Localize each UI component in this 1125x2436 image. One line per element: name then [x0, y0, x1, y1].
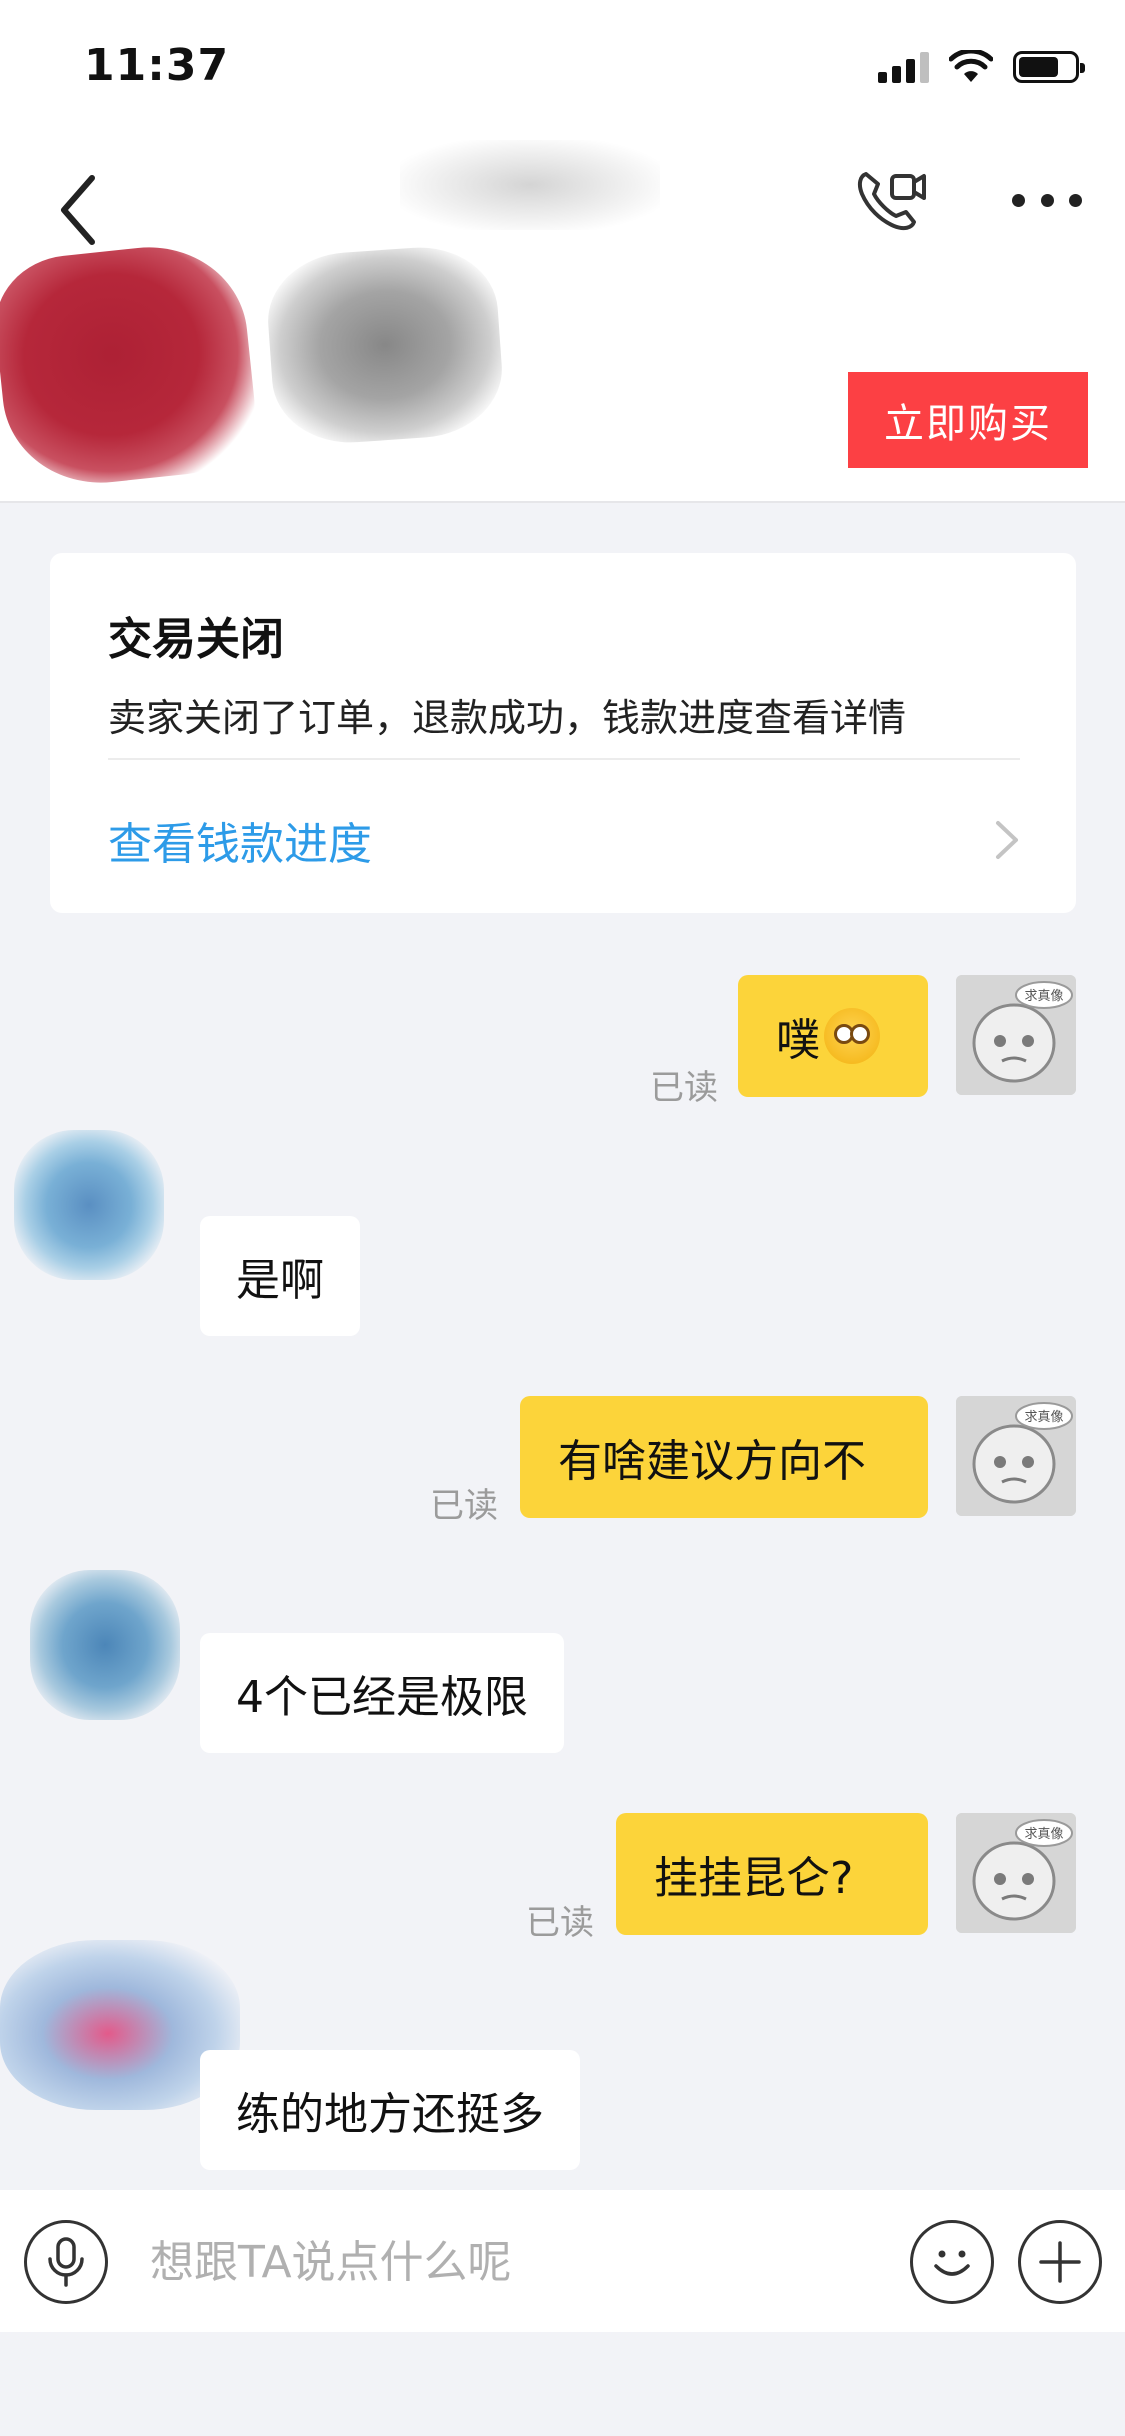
- emoji-button[interactable]: [910, 2220, 994, 2304]
- status-icons: [878, 50, 1085, 84]
- wifi-icon: [949, 50, 993, 82]
- message-text: 噗: [776, 1015, 820, 1066]
- message-text: 练的地方还挺多: [236, 2089, 544, 2140]
- order-status-description: 卖家关闭了订单，退款成功，钱款进度查看详情: [108, 696, 907, 740]
- more-actions-button[interactable]: [1018, 2220, 1102, 2304]
- my-avatar[interactable]: 求真像: [956, 975, 1076, 1095]
- message-bubble-other[interactable]: 4个已经是极限: [200, 1633, 564, 1753]
- order-status-title: 交易关闭: [108, 614, 284, 665]
- status-time: 11:37: [84, 40, 230, 91]
- avatar-tag-text: 求真像: [1024, 1827, 1063, 1842]
- my-avatar[interactable]: 求真像: [956, 1396, 1076, 1516]
- message-bubble-me[interactable]: 挂挂昆仑?: [616, 1813, 928, 1935]
- buy-now-button[interactable]: 立即购买: [848, 372, 1088, 468]
- cellular-signal-icon: [878, 51, 929, 83]
- message-bubble-me[interactable]: 噗: [738, 975, 928, 1097]
- video-call-button[interactable]: [850, 160, 930, 240]
- cartoon-face-icon: 求真像: [956, 1813, 1076, 1933]
- video-phone-icon: [857, 172, 926, 231]
- my-avatar[interactable]: 求真像: [956, 1813, 1076, 1933]
- voice-input-button[interactable]: [24, 2220, 108, 2304]
- redacted-scribble: [400, 140, 660, 230]
- message-bubble-other[interactable]: 是啊: [200, 1216, 360, 1336]
- order-status-card: 交易关闭 卖家关闭了订单，退款成功，钱款进度查看详情 查看钱款进度: [50, 553, 1076, 913]
- message-text: 挂挂昆仑?: [654, 1853, 854, 1904]
- bottom-safe-area: [0, 2332, 1125, 2436]
- message-input-bar: [0, 2190, 1125, 2332]
- read-receipt: 已读: [650, 1068, 718, 1108]
- astonished-face-emoji-icon: [824, 1008, 880, 1064]
- redacted-product-image: [0, 237, 262, 493]
- battery-icon: [1013, 51, 1085, 83]
- more-dots-icon: [1012, 193, 1025, 207]
- message-text: 有啥建议方向不: [558, 1436, 866, 1487]
- message-bubble-me[interactable]: 有啥建议方向不: [520, 1396, 928, 1518]
- avatar-tag-text: 求真像: [1024, 1410, 1063, 1425]
- read-receipt: 已读: [526, 1903, 594, 1943]
- smiley-icon: [934, 2250, 970, 2276]
- other-user-avatar[interactable]: [30, 1570, 180, 1720]
- divider: [108, 758, 1020, 760]
- message-text: 4个已经是极限: [236, 1672, 528, 1723]
- read-receipt: 已读: [430, 1486, 498, 1526]
- chevron-right-icon[interactable]: [992, 815, 1022, 865]
- message-text: 是啊: [236, 1255, 324, 1306]
- cartoon-face-icon: 求真像: [956, 1396, 1076, 1516]
- chevron-left-icon: [61, 175, 95, 245]
- chat-header: 立即购买: [0, 140, 1125, 503]
- more-options-button[interactable]: [1012, 170, 1082, 230]
- status-bar: 11:37: [0, 0, 1125, 140]
- cartoon-face-icon: 求真像: [956, 975, 1076, 1095]
- view-refund-progress-link[interactable]: 查看钱款进度: [108, 808, 372, 872]
- other-user-avatar[interactable]: [14, 1130, 164, 1280]
- back-button[interactable]: [50, 170, 110, 250]
- message-bubble-other[interactable]: 练的地方还挺多: [200, 2050, 580, 2170]
- avatar-tag-text: 求真像: [1024, 989, 1063, 1004]
- message-input[interactable]: [150, 2220, 890, 2304]
- redacted-product-info: [263, 242, 507, 448]
- plus-icon: [1039, 2241, 1081, 2283]
- microphone-icon: [48, 2237, 84, 2287]
